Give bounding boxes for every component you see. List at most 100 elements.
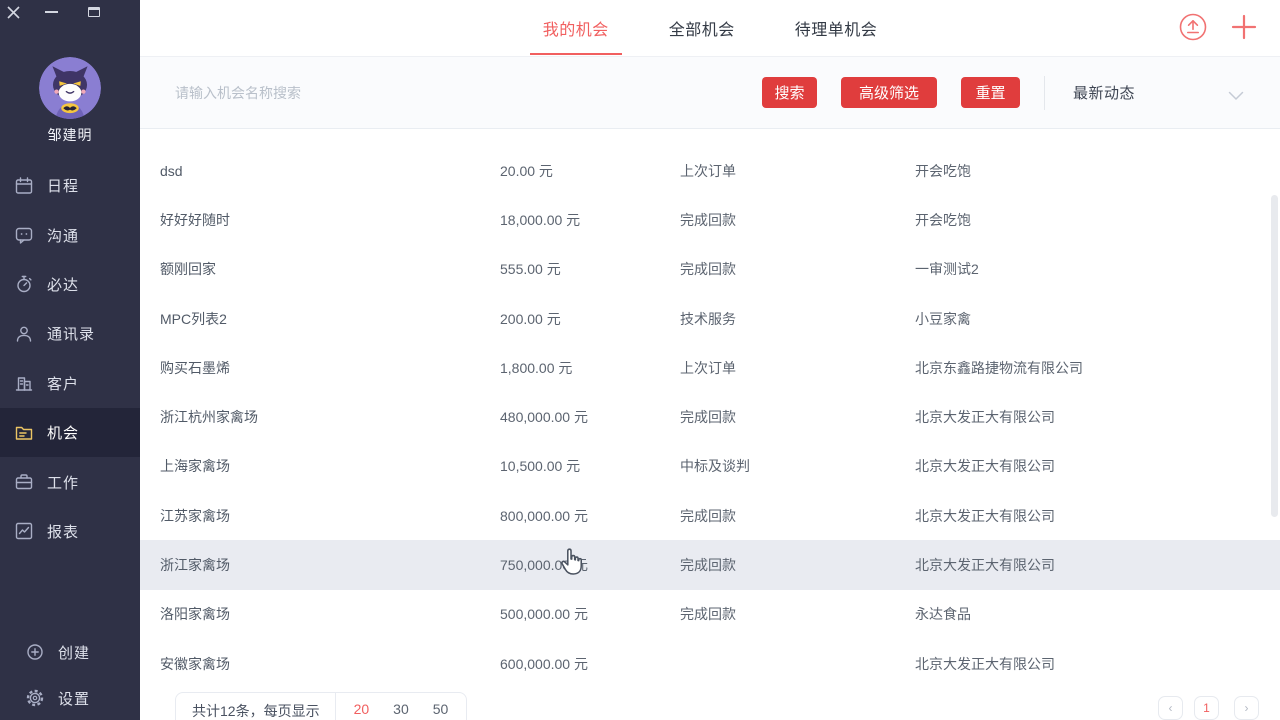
sidebar-item-label: 通讯录 [47, 323, 95, 344]
advanced-filter-button[interactable]: 高级筛选 [841, 77, 937, 108]
scrollbar-thumb[interactable] [1271, 195, 1278, 517]
table-row[interactable]: 江苏家禽场 800,000.00 元 完成回款 北京大发正大有限公司 [140, 491, 1280, 540]
window-controls [0, 0, 140, 26]
sidebar-item-work[interactable]: 工作 [0, 457, 140, 506]
search-input[interactable] [140, 57, 720, 128]
sidebar-menu: 日程 沟通 必达 通讯录 [0, 161, 140, 556]
briefcase-icon [14, 472, 34, 492]
opportunity-customer: 北京东鑫路捷物流有限公司 [915, 358, 1280, 378]
opportunity-amount: 480,000.00 元 [500, 407, 680, 427]
sidebar-item-label: 设置 [58, 688, 90, 709]
opportunity-list: dsd 20.00 元 上次订单 开会吃饱 好好好随时 18,000.00 元 … [140, 146, 1280, 688]
sidebar-item-schedule[interactable]: 日程 [0, 161, 140, 210]
sidebar: 邹建明 日程 沟通 必达 [0, 0, 140, 720]
table-row[interactable]: 上海家禽场 10,500.00 元 中标及谈判 北京大发正大有限公司 [140, 442, 1280, 491]
page-size-50[interactable]: 50 [433, 701, 449, 717]
close-icon[interactable] [2, 1, 24, 23]
sidebar-footer: 创建 设置 [0, 629, 140, 720]
minimize-icon[interactable] [40, 1, 62, 23]
opportunity-folder-icon [14, 423, 34, 443]
opportunity-stage: 技术服务 [680, 309, 915, 329]
opportunity-stage: 完成回款 [680, 506, 915, 526]
plus-circle-icon [25, 642, 45, 662]
sort-value: 最新动态 [1073, 82, 1135, 103]
opportunity-customer: 北京大发正大有限公司 [915, 654, 1280, 674]
page-size-20[interactable]: 20 [354, 701, 370, 717]
sidebar-item-customers[interactable]: 客户 [0, 359, 140, 408]
username: 邹建明 [0, 125, 140, 145]
sidebar-item-label: 机会 [47, 422, 79, 443]
opportunity-customer: 永达食品 [915, 604, 1280, 624]
sidebar-item-opportunities[interactable]: 机会 [0, 408, 140, 457]
avatar[interactable] [39, 57, 101, 119]
opportunity-stage: 完成回款 [680, 555, 915, 575]
opportunity-name: 上海家禽场 [140, 456, 500, 476]
opportunity-customer: 一审测试2 [915, 259, 1280, 279]
customer-building-icon [14, 373, 34, 393]
table-row[interactable]: MPC列表2 200.00 元 技术服务 小豆家禽 [140, 294, 1280, 343]
gear-icon [25, 688, 45, 708]
sidebar-item-label: 工作 [47, 472, 79, 493]
sidebar-item-settings[interactable]: 设置 [0, 675, 140, 720]
contacts-icon [14, 324, 34, 344]
opportunity-name: dsd [140, 163, 500, 179]
page-size-30[interactable]: 30 [393, 701, 409, 717]
top-navbar: 我的机会 全部机会 待理单机会 [140, 0, 1280, 57]
table-row[interactable]: 额刚回家 555.00 元 完成回款 一审测试2 [140, 245, 1280, 294]
user-profile: 邹建明 [0, 57, 140, 145]
opportunity-customer: 北京大发正大有限公司 [915, 407, 1280, 427]
tabs: 我的机会 全部机会 待理单机会 [513, 0, 908, 56]
navbar-actions [1170, 0, 1280, 57]
stopwatch-icon [14, 274, 34, 294]
opportunity-name: 安徽家禽场 [140, 654, 500, 674]
opportunity-name: 浙江杭州家禽场 [140, 407, 500, 427]
sidebar-item-communication[interactable]: 沟通 [0, 210, 140, 259]
sidebar-item-label: 创建 [58, 642, 90, 663]
table-row[interactable]: 浙江家禽场 750,000.00 元 完成回款 北京大发正大有限公司 [140, 540, 1280, 589]
opportunity-amount: 750,000.00 元 [500, 555, 680, 575]
table-row[interactable]: 安徽家禽场 600,000.00 元 北京大发正大有限公司 [140, 639, 1280, 688]
sidebar-item-create[interactable]: 创建 [0, 629, 140, 675]
opportunity-customer: 北京大发正大有限公司 [915, 456, 1280, 476]
opportunity-name: 购买石墨烯 [140, 358, 500, 378]
reset-button[interactable]: 重置 [961, 77, 1020, 108]
sidebar-item-label: 必达 [47, 274, 79, 295]
tab-pending-opportunities[interactable]: 待理单机会 [782, 0, 891, 56]
sidebar-item-label: 日程 [47, 175, 79, 196]
sidebar-item-label: 客户 [47, 373, 79, 394]
opportunity-stage: 中标及谈判 [680, 456, 915, 476]
sidebar-item-bida[interactable]: 必达 [0, 260, 140, 309]
sidebar-item-reports[interactable]: 报表 [0, 507, 140, 556]
opportunity-name: 浙江家禽场 [140, 555, 500, 575]
page-number-button[interactable]: 1 [1194, 696, 1219, 720]
chat-icon [14, 225, 34, 245]
opportunity-name: 好好好随时 [140, 210, 500, 230]
table-row[interactable]: 好好好随时 18,000.00 元 完成回款 开会吃饱 [140, 195, 1280, 244]
chevron-down-icon[interactable] [1228, 88, 1244, 106]
sidebar-item-contacts[interactable]: 通讯录 [0, 309, 140, 358]
tab-my-opportunities[interactable]: 我的机会 [530, 0, 622, 56]
opportunity-amount: 800,000.00 元 [500, 506, 680, 526]
opportunity-stage: 完成回款 [680, 604, 915, 624]
upload-circle-icon[interactable] [1177, 11, 1209, 48]
app-window: 邹建明 日程 沟通 必达 [0, 0, 1280, 720]
tab-all-opportunities[interactable]: 全部机会 [656, 0, 748, 56]
opportunity-stage: 完成回款 [680, 407, 915, 427]
opportunity-stage: 上次订单 [680, 161, 915, 181]
table-row[interactable]: dsd 20.00 元 上次订单 开会吃饱 [140, 146, 1280, 195]
opportunity-customer: 开会吃饱 [915, 210, 1280, 230]
next-page-button[interactable]: › [1234, 696, 1259, 720]
maximize-icon[interactable] [83, 1, 105, 23]
plus-icon[interactable] [1230, 13, 1258, 46]
search-button[interactable]: 搜索 [762, 77, 817, 108]
opportunity-stage: 上次订单 [680, 358, 915, 378]
table-row[interactable]: 洛阳家禽场 500,000.00 元 完成回款 永达食品 [140, 590, 1280, 639]
prev-page-button[interactable]: ‹ [1158, 696, 1183, 720]
opportunity-name: 洛阳家禽场 [140, 604, 500, 624]
sidebar-item-label: 沟通 [47, 225, 79, 246]
record-count-summary: 共计12条，每页显示 [176, 693, 335, 720]
sort-dropdown[interactable]: 最新动态 [1073, 57, 1135, 128]
table-row[interactable]: 浙江杭州家禽场 480,000.00 元 完成回款 北京大发正大有限公司 [140, 392, 1280, 441]
report-chart-icon [14, 521, 34, 541]
table-row[interactable]: 购买石墨烯 1,800.00 元 上次订单 北京东鑫路捷物流有限公司 [140, 343, 1280, 392]
